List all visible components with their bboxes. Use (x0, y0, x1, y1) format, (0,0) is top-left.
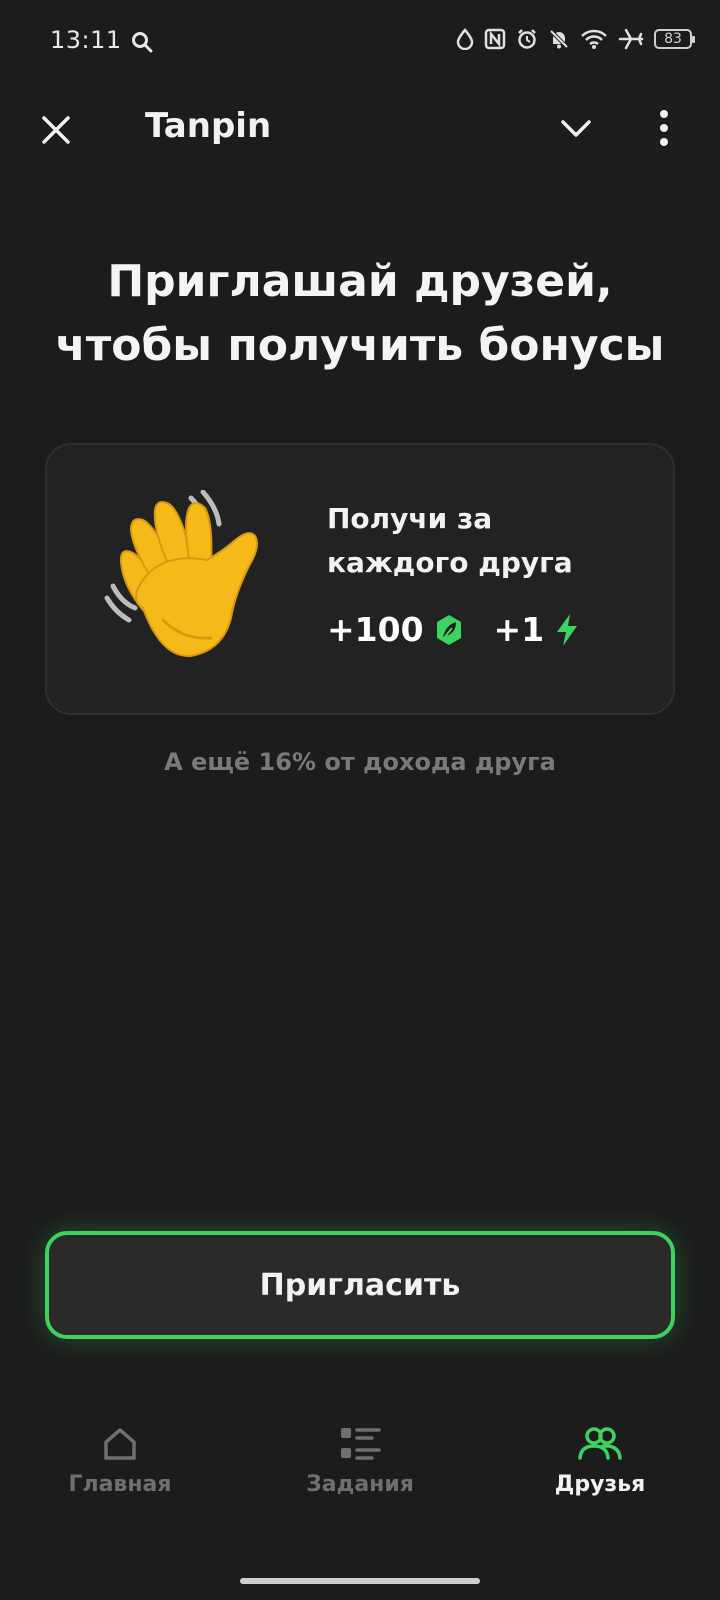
battery-indicator: 83 (654, 29, 695, 49)
tab-friends[interactable]: Друзья (500, 1424, 700, 1497)
tab-tasks[interactable]: Задания (260, 1424, 460, 1497)
search-icon (130, 30, 154, 58)
bottom-navigation: Главная Задания Друзья (0, 1400, 720, 1570)
tasks-list-icon (341, 1428, 381, 1460)
tab-home[interactable]: Главная (20, 1424, 220, 1497)
income-share-note: А ещё 16% от дохода друга (164, 748, 556, 776)
reward-card: Получи за каждого друга +100 +1 (45, 443, 675, 715)
wifi-icon (580, 28, 608, 50)
mute-bell-icon (548, 28, 570, 50)
status-icons: 83 (456, 28, 695, 50)
alarm-icon (516, 28, 538, 50)
reward-text-line-1: Получи за (327, 502, 493, 535)
home-icon (104, 1428, 136, 1460)
app-title: Tanpin (145, 106, 272, 146)
reward-description: Получи за каждого друга (327, 497, 573, 585)
airplane-icon (618, 28, 644, 50)
tab-tasks-label: Задания (306, 1472, 414, 1497)
status-time: 13:11 (50, 26, 122, 54)
energy-reward-value: +1 (493, 610, 545, 649)
tab-friends-label: Друзья (554, 1472, 646, 1497)
app-bar: Tanpin (0, 96, 720, 166)
tab-home-label: Главная (68, 1472, 172, 1497)
close-icon[interactable] (38, 112, 74, 148)
reward-text-line-2: каждого друга (327, 546, 573, 579)
gesture-bar[interactable] (240, 1578, 480, 1584)
status-bar: 13:11 83 (0, 0, 720, 86)
lightning-icon (557, 613, 578, 646)
invite-button[interactable]: Пригласить (45, 1231, 675, 1339)
chevron-down-icon[interactable] (558, 114, 594, 144)
more-vertical-icon[interactable] (656, 106, 672, 150)
headline-line-2: чтобы получить бонусы (55, 320, 665, 371)
page-headline: Приглашай друзей, чтобы получить бонусы (0, 250, 720, 378)
coin-leaf-icon (436, 614, 461, 645)
friends-icon (578, 1427, 622, 1460)
headline-line-1: Приглашай друзей, (107, 256, 613, 307)
drop-icon (456, 28, 474, 50)
reward-values: +100 +1 (327, 610, 580, 649)
waving-hand-icon (104, 490, 258, 658)
nfc-icon (484, 28, 506, 50)
coins-reward-value: +100 (327, 610, 424, 649)
